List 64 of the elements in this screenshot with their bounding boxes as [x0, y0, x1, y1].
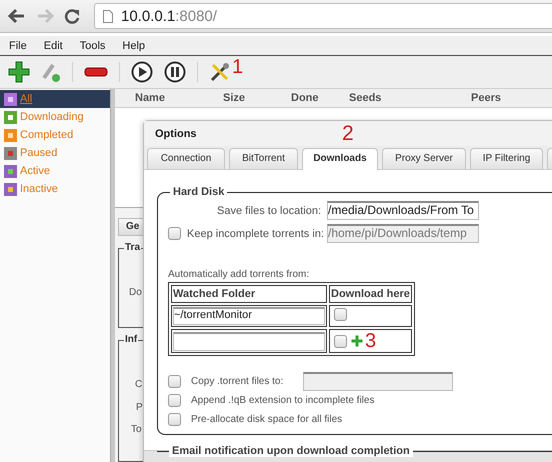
- checkbox[interactable]: [168, 394, 181, 406]
- input-field[interactable]: [173, 332, 325, 350]
- column-header[interactable]: Peers: [471, 92, 501, 104]
- remove-icon[interactable]: [84, 67, 108, 77]
- back-icon[interactable]: [8, 8, 26, 24]
- checkbox-label: Keep incomplete torrents in:: [187, 228, 324, 240]
- reload-icon[interactable]: [64, 8, 80, 24]
- add-icon[interactable]: [8, 61, 30, 83]
- address-field[interactable]: 10.0.0.1:8080/: [94, 3, 552, 29]
- checkbox[interactable]: [168, 374, 181, 388]
- input-field[interactable]: /media/Downloads/From To: [327, 201, 479, 220]
- link-add-icon[interactable]: [41, 61, 61, 83]
- forward-icon[interactable]: [36, 8, 54, 24]
- tab[interactable]: BitTorrent: [229, 148, 298, 169]
- column-header[interactable]: Seeds: [349, 92, 471, 104]
- fieldset-legend: Hard Disk: [170, 186, 228, 198]
- input-field[interactable]: ~/torrentMonitor: [173, 307, 325, 325]
- column-header: Watched Folder: [171, 285, 327, 303]
- input-field[interactable]: /home/pi/Downloads/temp: [327, 224, 479, 243]
- annotation-number: 3: [365, 331, 376, 351]
- pause-icon[interactable]: [164, 61, 186, 83]
- fieldset-legend: Inf: [124, 334, 138, 345]
- tab[interactable]: Downloads: [302, 148, 378, 170]
- menu-item[interactable]: Help: [122, 40, 146, 52]
- field-label: Save files to location:: [216, 204, 321, 216]
- checkbox-label: Pre-allocate disk space for all files: [191, 414, 342, 424]
- field-label: P: [136, 402, 143, 413]
- checkbox[interactable]: [168, 227, 181, 240]
- checkbox[interactable]: [168, 412, 181, 426]
- column-header[interactable]: Name: [135, 92, 223, 104]
- field-label: C: [135, 379, 142, 390]
- tab[interactable]: Proxy Server: [382, 148, 466, 169]
- checkbox[interactable]: [334, 334, 347, 348]
- filter-icon: [4, 146, 17, 160]
- menu-item[interactable]: Edit: [44, 40, 63, 52]
- field-label: To: [131, 424, 142, 435]
- column-header[interactable]: Size: [223, 92, 291, 104]
- dialog-title: Options: [155, 128, 198, 140]
- column-header[interactable]: Done: [291, 92, 349, 104]
- filter-item[interactable]: All: [0, 90, 110, 108]
- tab[interactable]: IP Filtering: [470, 148, 543, 169]
- add-icon[interactable]: [351, 335, 363, 347]
- menu-item[interactable]: File: [9, 40, 27, 52]
- play-icon[interactable]: [131, 61, 153, 83]
- filter-icon: [4, 110, 17, 124]
- tab[interactable]: Connection: [147, 148, 225, 169]
- annotation-number: 1: [232, 57, 244, 77]
- field-label: Do: [129, 287, 142, 298]
- fieldset-legend: Tra: [124, 242, 142, 253]
- filter-icon: [4, 182, 17, 196]
- page-icon: [103, 10, 113, 22]
- section-label: Automatically add torrents from:: [168, 269, 310, 280]
- filter-icon: [4, 164, 17, 178]
- checkbox-label: Append .!qB extension to incomplete files: [191, 394, 374, 406]
- tools-icon[interactable]: [209, 61, 231, 83]
- input-field[interactable]: [303, 372, 454, 390]
- annotation-number: 2: [342, 123, 354, 144]
- column-header: Download here: [329, 285, 412, 303]
- filter-icon: [4, 128, 17, 142]
- checkbox-label: Copy .torrent files to:: [191, 376, 284, 386]
- filter-icon: [4, 92, 17, 106]
- menu-item[interactable]: Tools: [80, 40, 106, 52]
- checkbox[interactable]: [334, 308, 347, 321]
- fieldset-legend: Email notification upon download completion: [169, 445, 413, 457]
